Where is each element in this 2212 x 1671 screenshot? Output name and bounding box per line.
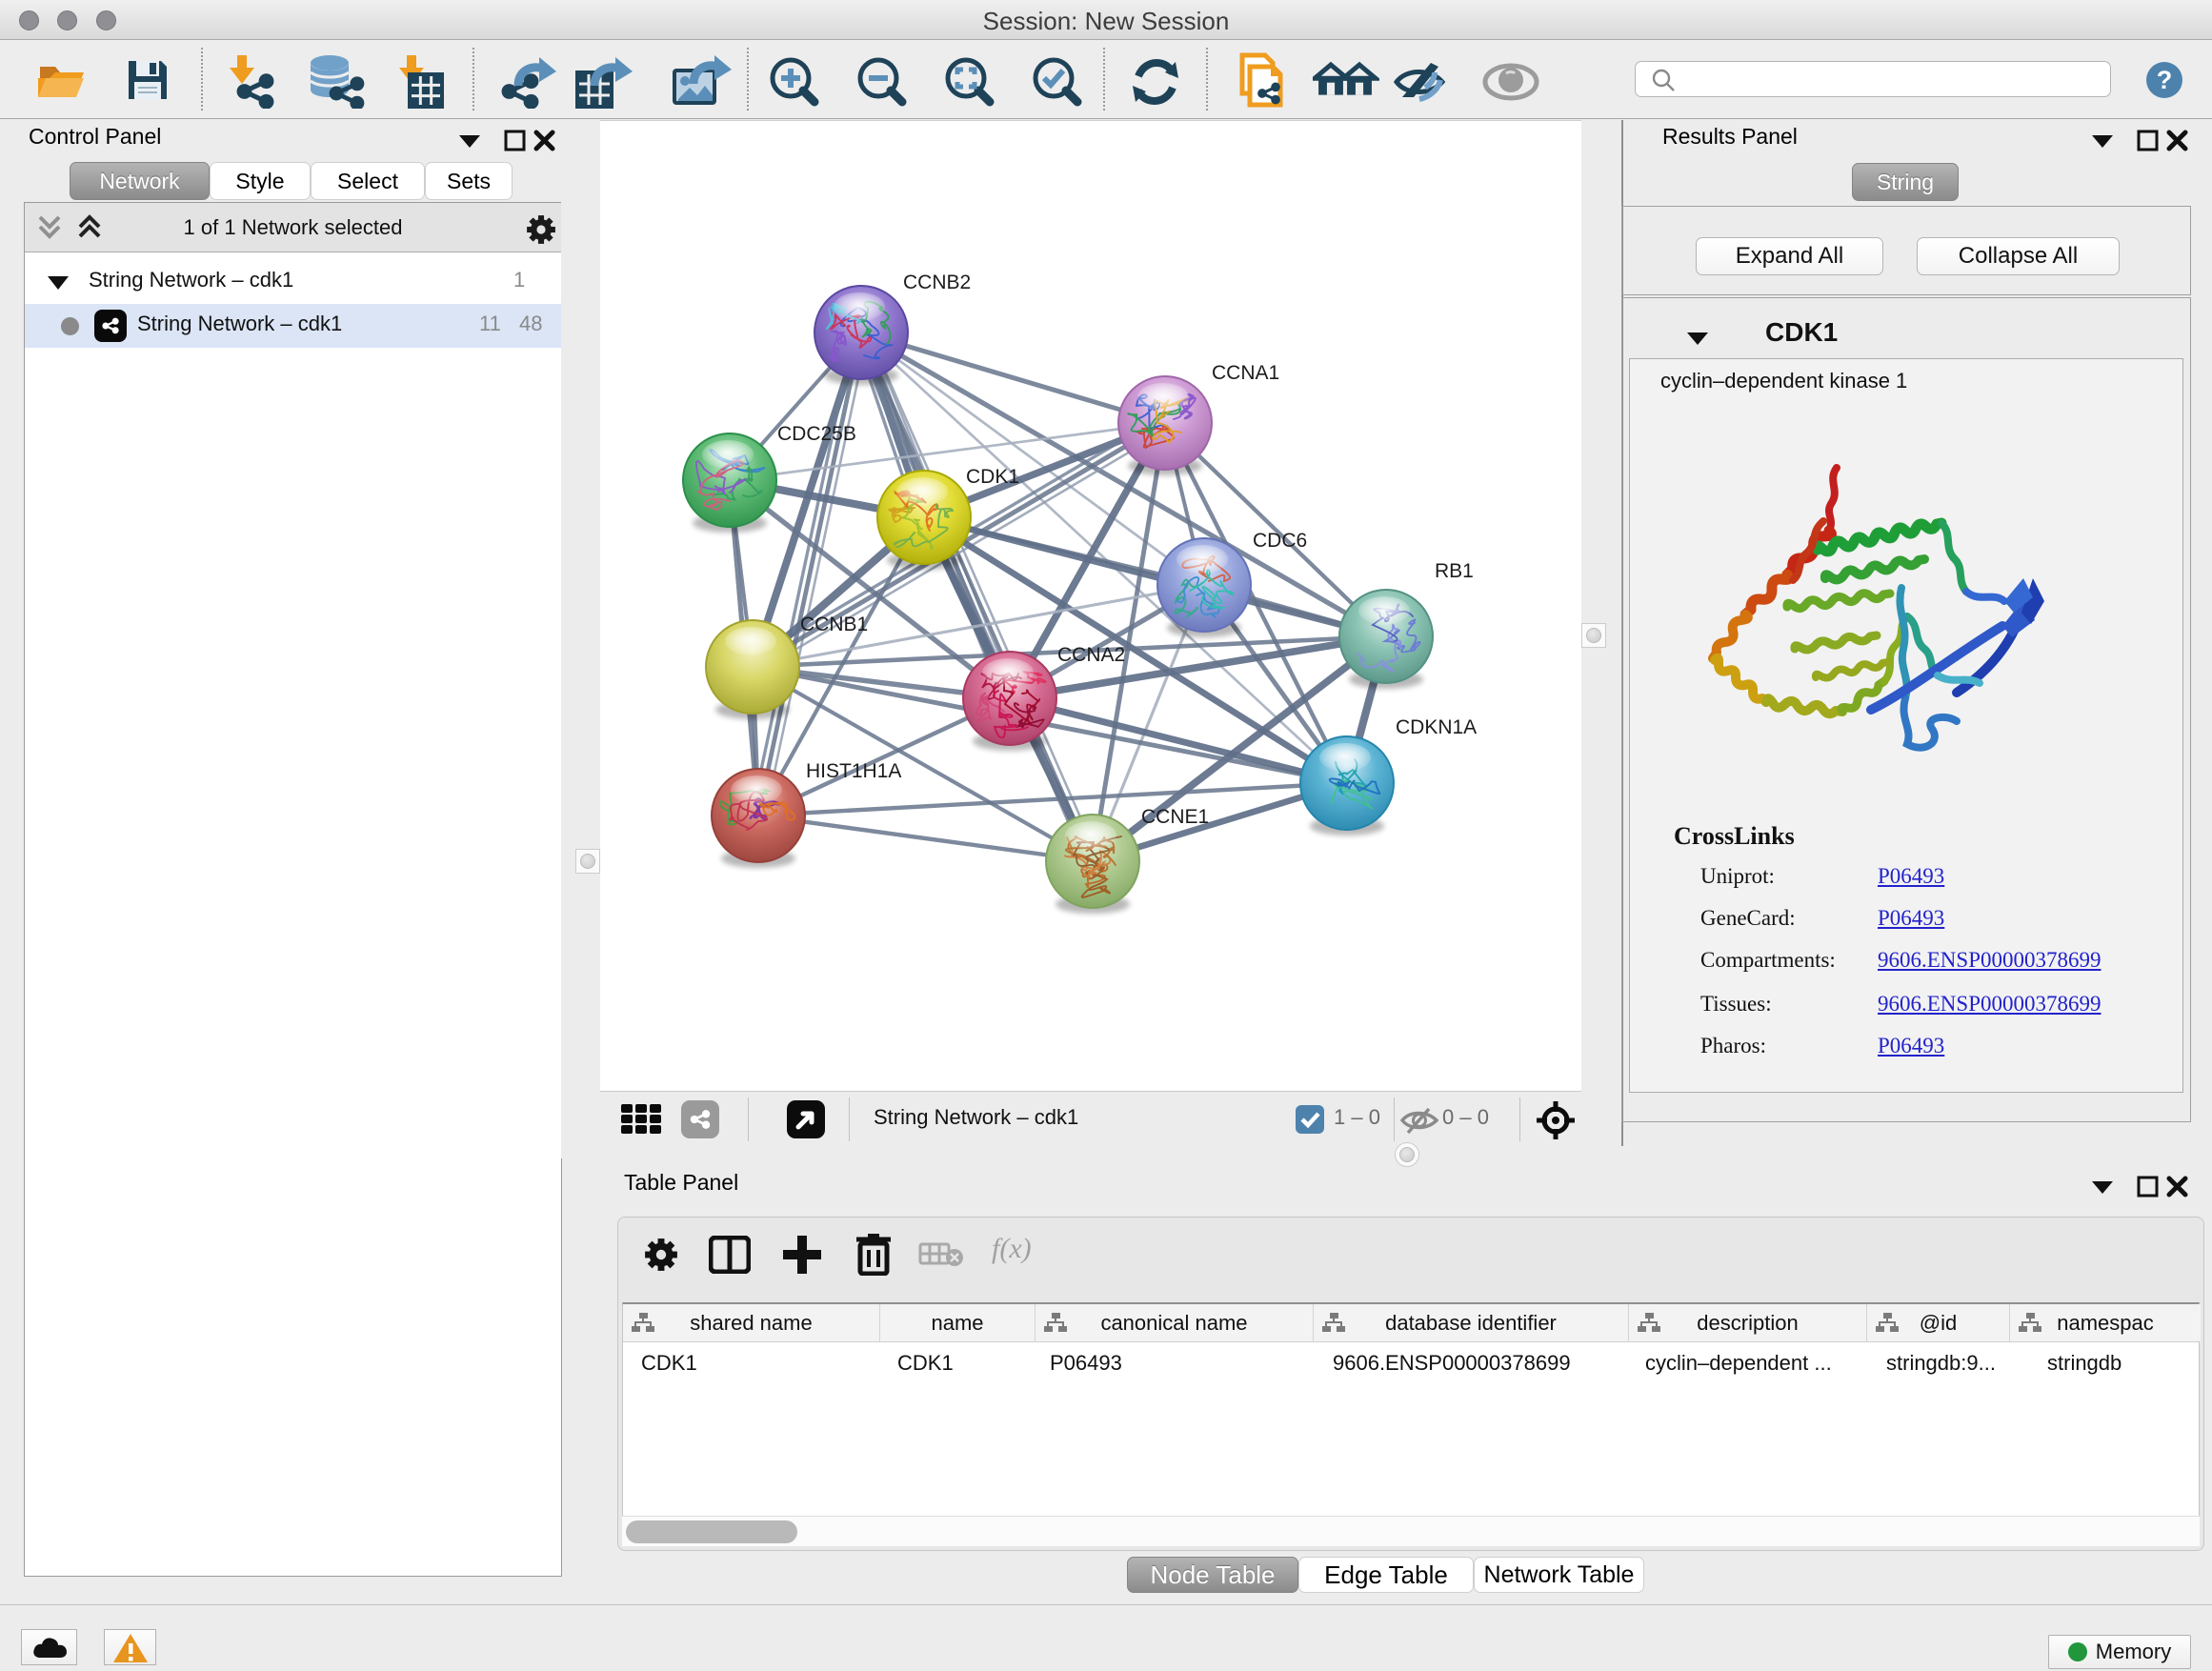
svg-text:?: ? — [2157, 66, 2173, 94]
svg-text:RB1: RB1 — [1435, 560, 1474, 582]
svg-text:CDC6: CDC6 — [1253, 530, 1307, 552]
svg-text:CCNE1: CCNE1 — [1141, 806, 1209, 828]
svg-text:CDK1: CDK1 — [966, 466, 1019, 488]
svg-text:CCNA1: CCNA1 — [1212, 362, 1279, 384]
svg-text:CDKN1A: CDKN1A — [1396, 716, 1477, 738]
svg-text:CCNB1: CCNB1 — [800, 614, 868, 635]
svg-text:CCNA2: CCNA2 — [1057, 644, 1125, 666]
svg-text:CCNB2: CCNB2 — [903, 272, 971, 293]
svg-text:HIST1H1A: HIST1H1A — [806, 760, 901, 782]
svg-text:CDC25B: CDC25B — [777, 423, 856, 445]
